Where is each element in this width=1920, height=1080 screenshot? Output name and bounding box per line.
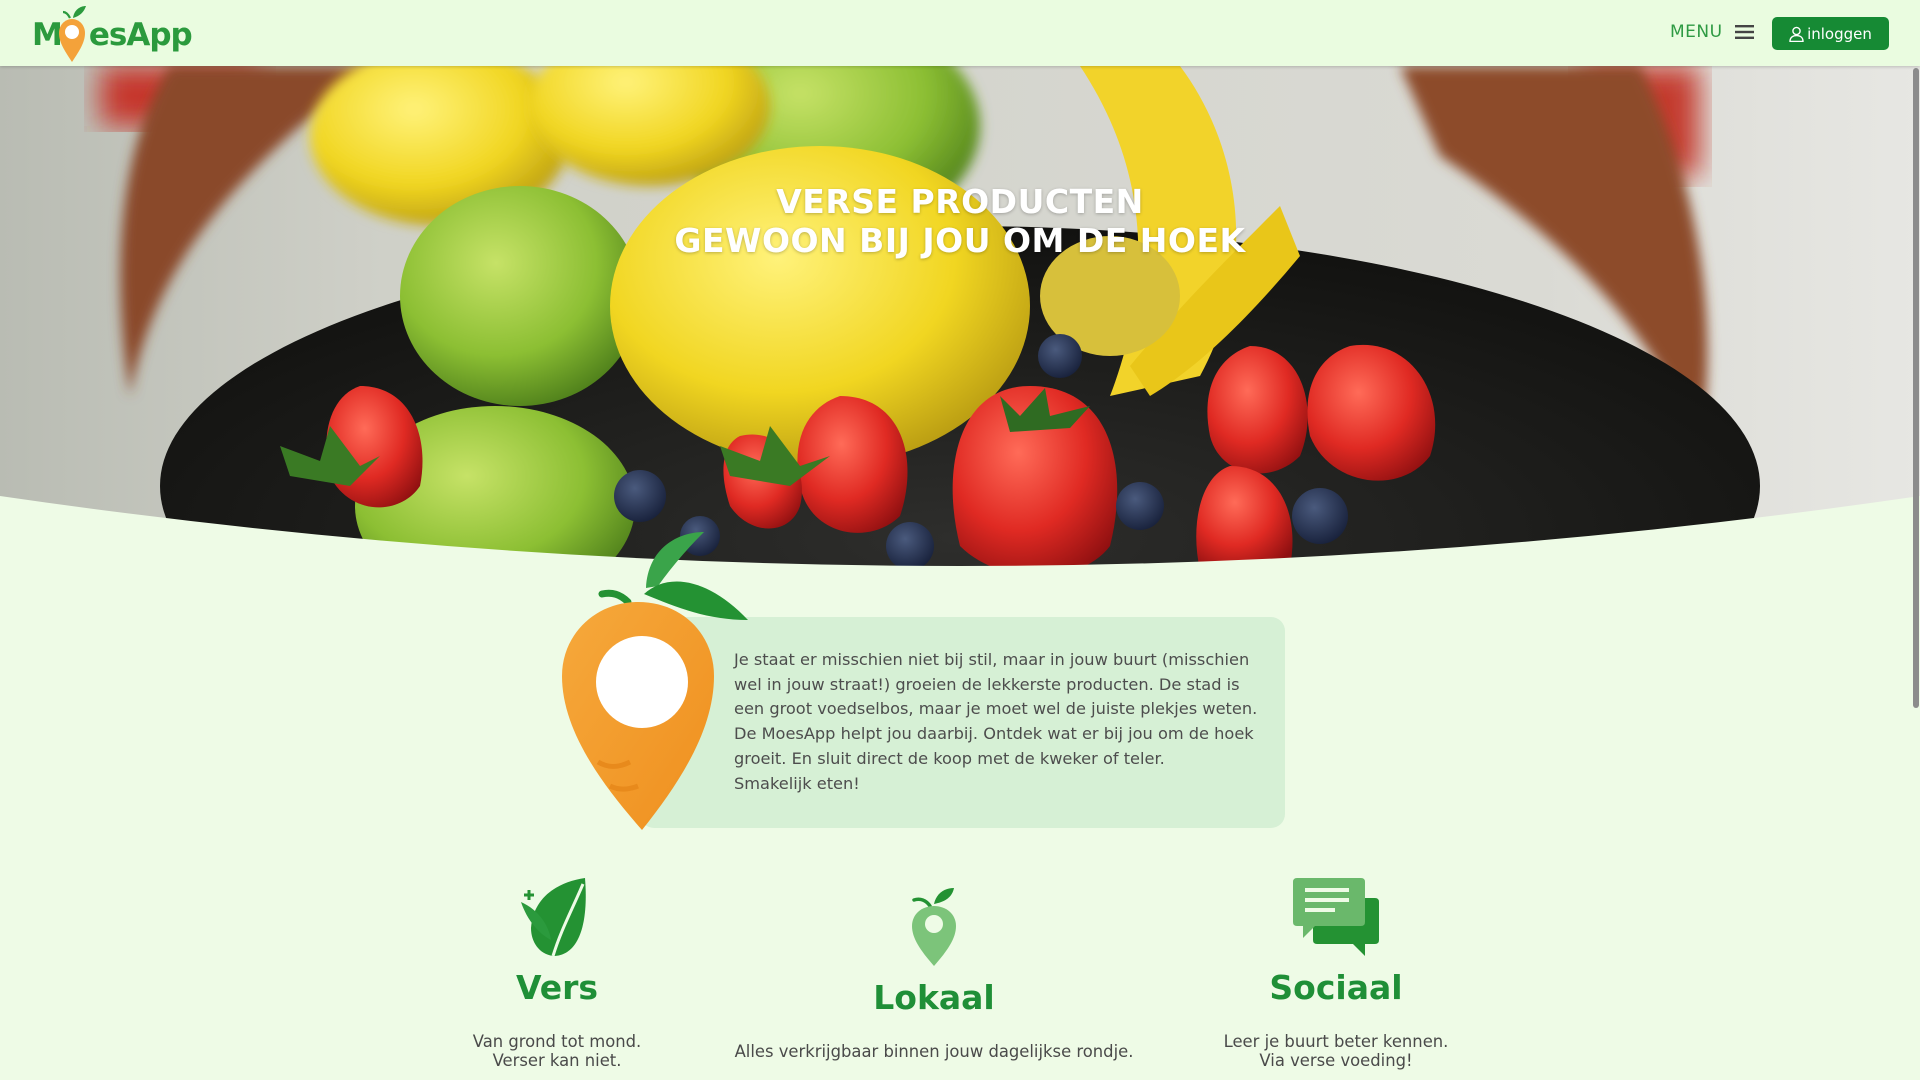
hero-heading-line2: GEWOON BIJ JOU OM DE HOEK xyxy=(674,221,1246,260)
scrollbar-thumb[interactable] xyxy=(1913,68,1919,708)
moesapp-logo[interactable]: MesApp xyxy=(32,4,193,64)
hero-fruit-image xyxy=(0,66,1920,570)
feature-vers-title: Vers xyxy=(515,968,599,1007)
feature-lokaal: Lokaal Alles verkrijgbaar binnen jouw da… xyxy=(734,884,1134,1061)
intro-closing: Smakelijk eten! xyxy=(734,773,860,793)
leaf-icon xyxy=(521,878,586,957)
location-pin-icon xyxy=(912,888,956,966)
feature-vers-line2: Verser kan niet. xyxy=(492,1051,622,1070)
feature-sociaal-line1: Leer je buurt beter kennen. xyxy=(1223,1032,1449,1051)
hero-heading-line1: VERSE PRODUCTEN xyxy=(776,182,1144,221)
logo-wordmark-rest: esApp xyxy=(88,17,193,53)
feature-lokaal-line1: Alles verkrijgbaar binnen jouw dagelijks… xyxy=(734,1042,1134,1061)
user-icon xyxy=(1789,26,1804,42)
feature-lokaal-title: Lokaal xyxy=(873,978,995,1017)
feature-sociaal: Sociaal Leer je buurt beter kennen. Via … xyxy=(1136,876,1536,1070)
menu-toggle[interactable]: MENU xyxy=(1670,22,1754,42)
feature-vers-line1: Van grond tot mond. xyxy=(472,1032,642,1051)
intro-text: Je staat er misschien niet bij stil, maa… xyxy=(734,648,1264,796)
top-navbar: MesApp MENU inloggen xyxy=(0,0,1920,66)
hero-heading: VERSE PRODUCTEN GEWOON BIJ JOU OM DE HOE… xyxy=(0,182,1920,260)
chat-bubbles-icon xyxy=(1293,878,1379,956)
carrot-location-pin-icon xyxy=(562,532,748,830)
hero-banner: VERSE PRODUCTEN GEWOON BIJ JOU OM DE HOE… xyxy=(0,66,1920,570)
login-button[interactable]: inloggen xyxy=(1772,17,1889,50)
menu-label: MENU xyxy=(1670,22,1723,42)
hamburger-menu-icon xyxy=(1734,25,1754,39)
feature-sociaal-line2: Via verse voeding! xyxy=(1259,1051,1413,1070)
feature-vers: Vers Van grond tot mond. Verser kan niet… xyxy=(357,876,757,1070)
login-label: inloggen xyxy=(1807,24,1872,43)
feature-sociaal-title: Sociaal xyxy=(1269,968,1403,1007)
intro-paragraph: Je staat er misschien niet bij stil, maa… xyxy=(734,650,1258,768)
logo-carrot-pin-icon xyxy=(59,6,86,62)
